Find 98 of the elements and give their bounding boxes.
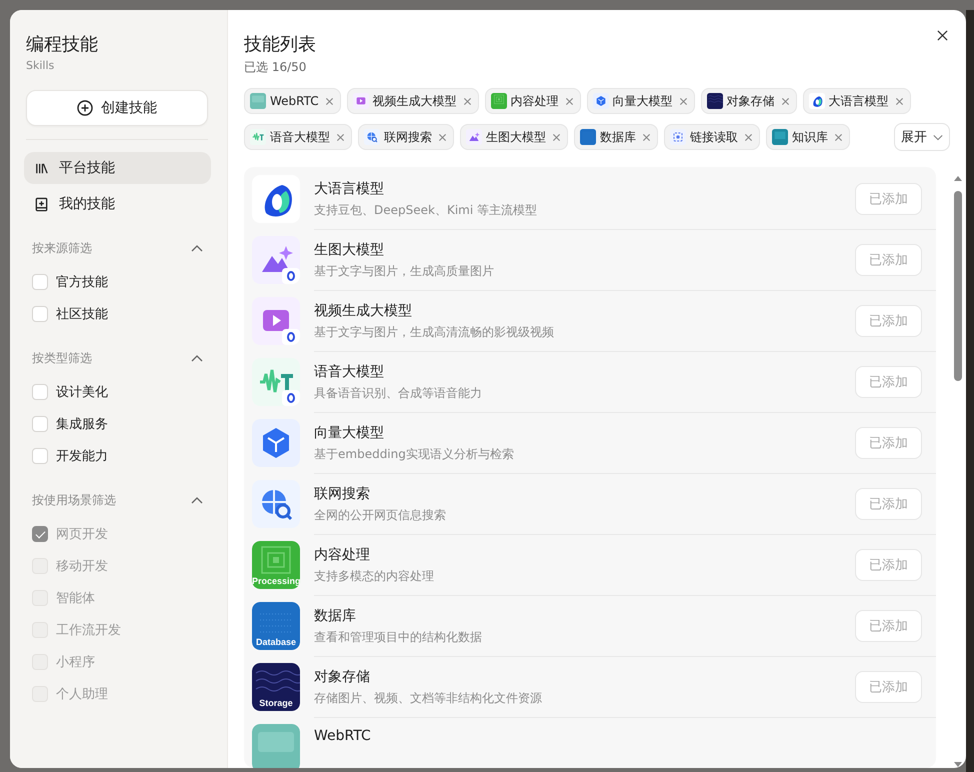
skill-title: 对象存储: [314, 668, 371, 687]
skill-tag[interactable]: WebRTC: [244, 88, 341, 114]
skill-title: WebRTC: [314, 727, 371, 746]
waveform-icon: [252, 358, 300, 406]
skill-description: 基于文字与图片，生成高质量图片: [314, 263, 494, 280]
skill-title: 数据库: [314, 607, 357, 626]
skill-title: 联网搜索: [314, 485, 371, 504]
remove-icon[interactable]: [462, 96, 472, 106]
skill-title: 向量大模型: [314, 424, 385, 443]
skill-tag[interactable]: 联网搜索: [358, 124, 454, 150]
library-icon: [34, 160, 49, 176]
square-pattern-icon: [490, 93, 507, 109]
skill-tag[interactable]: 语音大模型: [244, 124, 352, 150]
checkbox-label: 个人助理: [56, 686, 108, 703]
skill-description: 存储图片、视频、文档等非结构化文件资源: [314, 690, 542, 707]
skill-description: 查看和管理项目中的结构化数据: [314, 629, 482, 646]
waveform-icon: [250, 129, 266, 145]
skill-title: 大语言模型: [314, 180, 385, 199]
panel-title: 技能列表: [244, 33, 316, 57]
remove-icon[interactable]: [552, 132, 561, 142]
remove-icon[interactable]: [780, 96, 790, 106]
scroll-up-icon[interactable]: [954, 175, 962, 181]
skill-title: 内容处理: [314, 546, 371, 565]
logo-icon: [808, 93, 825, 109]
skill-tag[interactable]: 数据库: [574, 124, 658, 150]
checkbox-label: 网页开发: [56, 526, 108, 543]
mountain-icon: [252, 236, 300, 284]
sidebar-item[interactable]: 我的技能: [24, 188, 211, 220]
remove-icon[interactable]: [324, 96, 334, 106]
caret-icon: [933, 134, 943, 140]
checkbox-label: 官方技能: [56, 274, 108, 291]
checkbox-label: 开发能力: [56, 448, 108, 465]
subtitle: Skills: [25, 59, 56, 72]
chevron-icon[interactable]: [191, 496, 203, 504]
skill-tag[interactable]: 大语言模型: [802, 88, 911, 114]
skill-tag[interactable]: 视频生成大模型: [346, 88, 479, 114]
skill-tag[interactable]: 内容处理: [484, 88, 581, 114]
globe-search-icon: [364, 129, 380, 145]
section-heading: 按使用场景筛选: [32, 492, 116, 508]
remove-icon[interactable]: [744, 132, 753, 142]
checkbox-label: 移动开发: [56, 558, 108, 575]
tile-icon: [252, 724, 300, 768]
remove-icon[interactable]: [894, 96, 904, 106]
remove-icon[interactable]: [438, 132, 447, 142]
logo-icon: [252, 175, 300, 223]
sidebar-item[interactable]: 平台技能: [24, 152, 211, 184]
play-icon: [252, 297, 300, 345]
close-icon[interactable]: [937, 30, 948, 41]
section-heading: 按来源筛选: [32, 240, 92, 256]
create-button[interactable]: 创建技能: [26, 90, 208, 126]
checkbox-label: 工作流开发: [56, 622, 121, 639]
skill-tag[interactable]: 知识库: [766, 124, 850, 150]
mountain-icon: [466, 129, 482, 145]
play-icon: [352, 93, 369, 109]
skill-description: 支持多模态的内容处理: [314, 568, 434, 585]
skill-tag[interactable]: 生图大模型: [460, 124, 568, 150]
cube-icon: [592, 93, 609, 109]
skill-tag[interactable]: 对象存储: [700, 88, 797, 114]
scroll-thumb[interactable]: [954, 191, 962, 381]
skill-title: 语音大模型: [314, 363, 385, 382]
checkbox-label: 智能体: [56, 590, 95, 607]
logo-tile: Storage: [252, 663, 300, 711]
logo-tile: Processing: [252, 541, 300, 589]
logo-tile: Database: [252, 602, 300, 650]
remove-icon[interactable]: [678, 96, 688, 106]
cube-icon: [252, 419, 300, 467]
selection-count: 已选 16/50: [244, 59, 308, 76]
skill-description: 全网的公开网页信息搜索: [314, 507, 446, 524]
chevron-icon[interactable]: [191, 354, 203, 362]
skill-description: 基于embedding实现语义分析与检索: [314, 446, 514, 463]
scroll-down-icon[interactable]: [954, 762, 962, 768]
remove-icon[interactable]: [834, 132, 843, 142]
checkbox-label: 集成服务: [56, 416, 108, 433]
tile-icon: [250, 93, 266, 109]
add-icon: [77, 100, 93, 116]
remove-icon[interactable]: [642, 132, 651, 142]
checkbox-label: 设计美化: [56, 384, 108, 401]
database-icon: [580, 129, 596, 145]
dialog-title: 编程技能: [25, 33, 99, 57]
book-plus-icon: [34, 196, 49, 212]
chevron-icon[interactable]: [191, 244, 203, 252]
skill-tag[interactable]: 向量大模型: [586, 88, 695, 114]
checkbox-label: 社区技能: [56, 306, 108, 323]
scan-icon: [670, 129, 686, 145]
remove-icon[interactable]: [336, 132, 345, 142]
skill-description: 支持豆包、DeepSeek、Kimi 等主流模型: [314, 202, 537, 219]
skill-description: 具备语音识别、合成等语音能力: [314, 385, 482, 402]
remove-icon[interactable]: [564, 96, 574, 106]
tile-icon: [772, 129, 788, 145]
section-heading: 按类型筛选: [32, 350, 92, 366]
skill-tag[interactable]: 链接读取: [664, 124, 760, 150]
wave-pattern-icon: [706, 93, 723, 109]
checkbox-label: 小程序: [56, 654, 95, 671]
skill-title: 视频生成大模型: [314, 302, 413, 321]
expand-button[interactable]: 展开: [894, 123, 950, 151]
skill-title: 生图大模型: [314, 241, 385, 260]
globe-search-icon: [252, 480, 300, 528]
skill-description: 基于文字与图片，生成高清流畅的影视级视频: [314, 324, 554, 341]
